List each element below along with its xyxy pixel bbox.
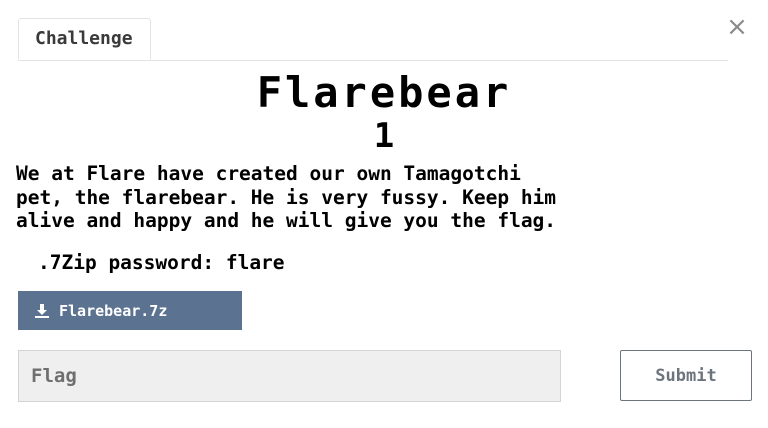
download-icon <box>35 303 49 318</box>
download-file-button[interactable]: Flarebear.7z <box>18 291 242 330</box>
close-icon[interactable]: × <box>726 14 748 40</box>
challenge-title: Flarebear <box>256 68 512 117</box>
submit-button[interactable]: Submit <box>620 350 752 401</box>
tab-challenge[interactable]: Challenge <box>18 18 151 60</box>
zip-password-text: .7Zip password: flare <box>38 251 285 274</box>
challenge-points: 1 <box>373 116 395 156</box>
flag-input[interactable] <box>18 350 561 402</box>
download-file-label: Flarebear.7z <box>59 301 168 320</box>
challenge-description: We at Flare have created our own Tamagot… <box>16 162 557 232</box>
tab-bar: Challenge <box>18 18 728 61</box>
challenge-modal: Challenge × Flarebear 1 We at Flare have… <box>0 0 768 428</box>
